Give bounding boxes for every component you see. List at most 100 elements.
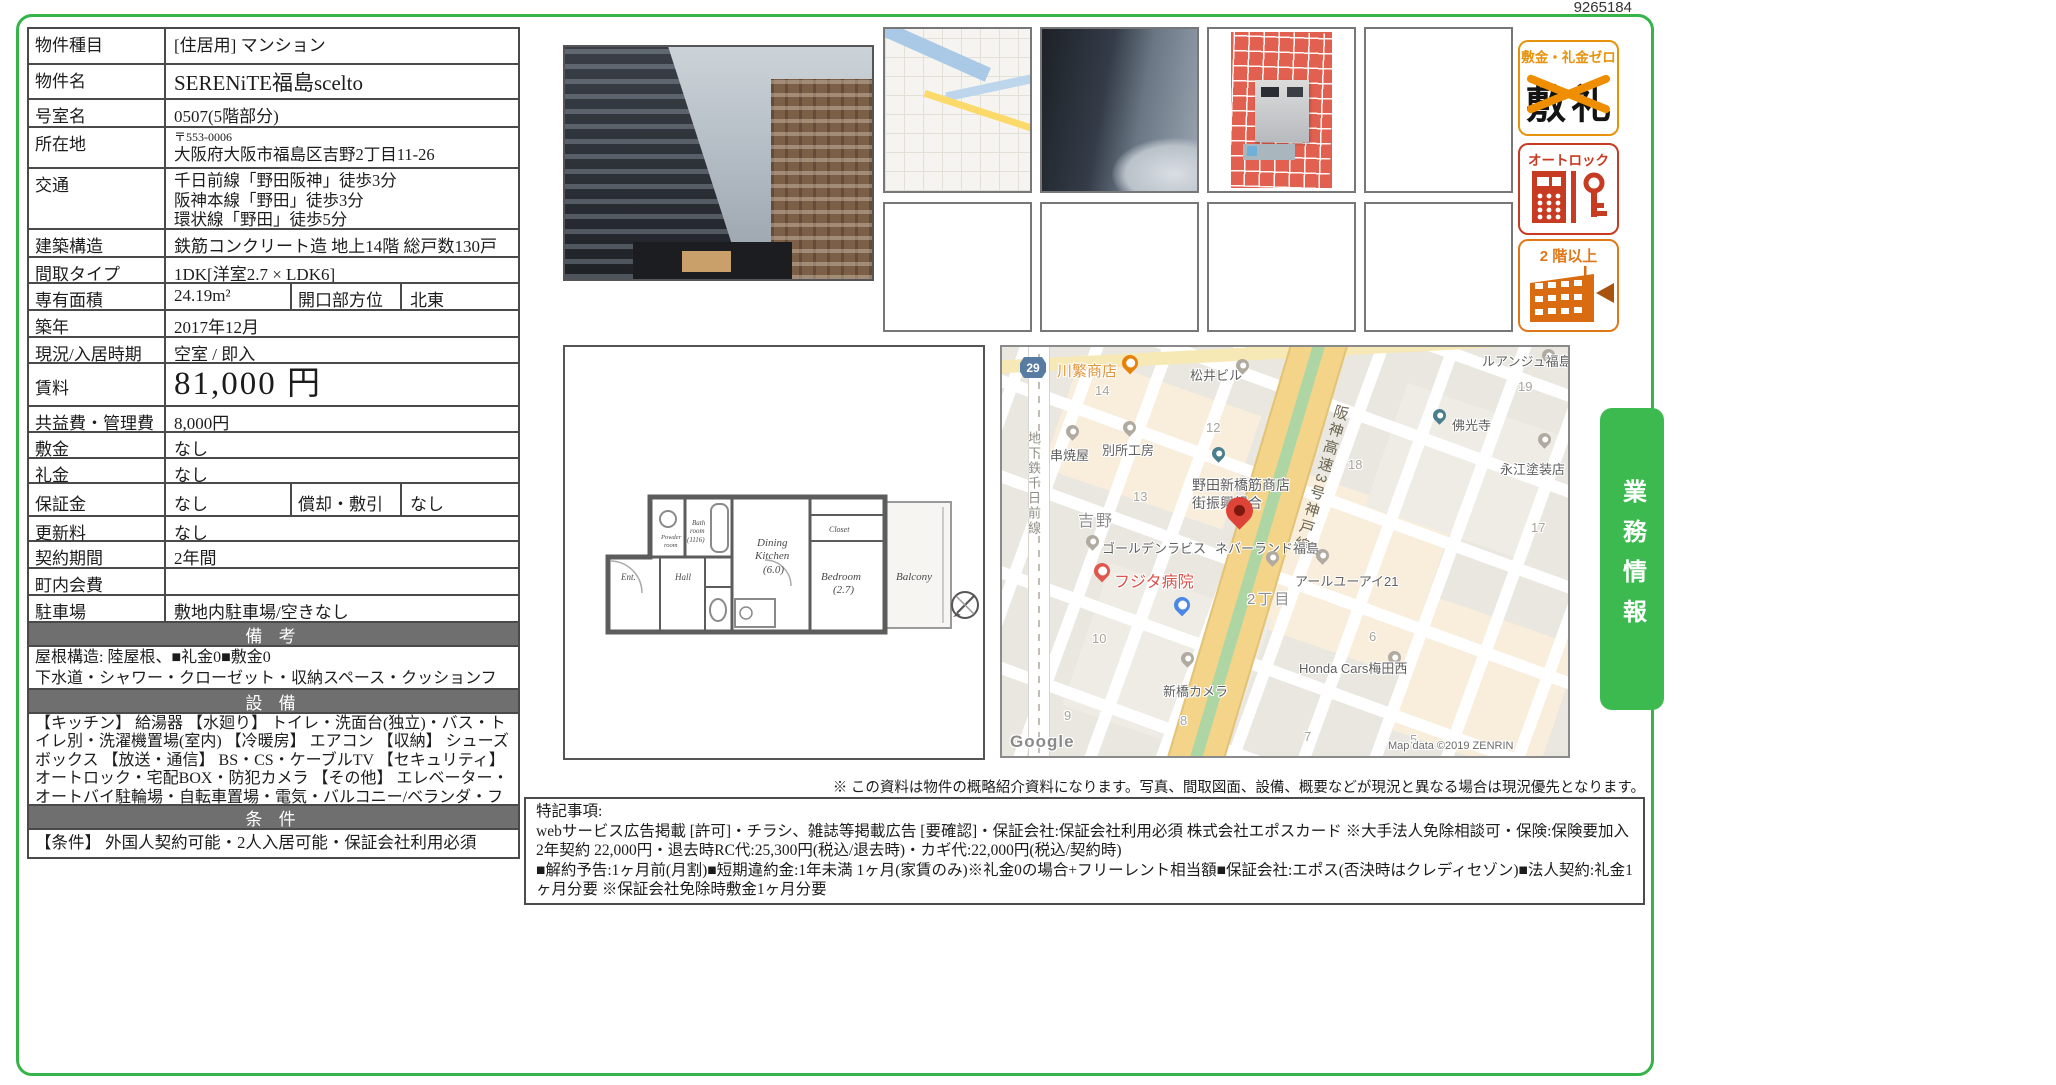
map-label-kawashige: 川繁商店 <box>1057 360 1117 381</box>
postal-code: 〒553-0006 <box>174 130 518 144</box>
row-value: 0507(5階部分) <box>166 100 518 126</box>
section-header-jouken: 条 件 <box>29 806 518 830</box>
map-label-noda-1: 野田新橋筋商店 <box>1192 475 1290 495</box>
special-notes-title: 特記事項: <box>536 802 1633 822</box>
row-value: 敷地内駐車場/空きなし <box>166 596 518 621</box>
intercom-photo <box>1231 32 1332 188</box>
badge-second-floor-or-above: 2 階以上 <box>1518 239 1619 332</box>
table-row: 所在地 〒553-0006 大阪府大阪市福島区吉野2丁目11-26 <box>29 128 518 169</box>
location-map: 阪神高速3号神戸線 地下鉄千日前線 29 川繁商店 松井ビル ルアンジュ福島 1… <box>1000 345 1570 758</box>
thumbnail-entrance-hall <box>1040 27 1199 193</box>
svg-text:Powder: Powder <box>660 534 682 541</box>
block-number: 10 <box>1092 631 1106 646</box>
row-label: 築年 <box>29 311 166 336</box>
svg-text:(6.0): (6.0) <box>763 564 784 576</box>
row-label: 専有面積 <box>29 284 166 309</box>
table-row: 号室名 0507(5階部分) <box>29 100 518 128</box>
badge-no-deposit-no-key-money: 敷金・礼金ゼロ 敷 礼 <box>1518 40 1619 136</box>
table-row: 交通 千日前線「野田阪神」徒歩3分 阪神本線「野田」徒歩3分 環状線「野田」徒歩… <box>29 169 518 230</box>
mini-map-river <box>883 27 991 82</box>
row-label: 現況/入居時期 <box>29 338 166 362</box>
special-notes-line: ■解約予告:1ヶ月前(月割)■短期違約金:1年未満 1ヶ月(家賃のみ)※礼金0の… <box>536 861 1633 900</box>
photo-entrance-light <box>682 251 731 272</box>
map-attribution: Map data ©2019 ZENRIN <box>1388 740 1514 752</box>
table-row: 現況/入居時期 空室 / 即入 <box>29 338 518 364</box>
svg-text:room: room <box>690 527 705 535</box>
main-photo <box>563 45 874 281</box>
row-label-2: 償却・敷引 <box>292 484 402 515</box>
map-label-bessho: 別所工房 <box>1102 440 1154 459</box>
row-label: 礼金 <box>29 459 166 482</box>
intercom-panel <box>1255 80 1309 142</box>
svg-text:(1116): (1116) <box>687 536 705 544</box>
svg-text:Kitchen: Kitchen <box>754 550 790 562</box>
table-row: 敷金 なし <box>29 433 518 459</box>
block-number: 14 <box>1095 383 1109 398</box>
row-label: 建築構造 <box>29 230 166 256</box>
svg-text:Hall: Hall <box>674 572 692 582</box>
row-value <box>166 569 518 594</box>
table-row: 物件種目 [住居用] マンション <box>29 29 518 65</box>
table-row-rent: 賃料 81,000 円 <box>29 364 518 407</box>
map-label-honda: Honda Cars梅田西 <box>1299 658 1407 677</box>
row-label: 間取タイプ <box>29 258 166 282</box>
table-row: 建築構造 鉄筋コンクリート造 地上14階 総戸数130戸 <box>29 230 518 258</box>
map-label-fujita: フジタ病院 <box>1114 568 1194 592</box>
svg-text:Ent.: Ent. <box>620 572 636 582</box>
svg-text:(2.7): (2.7) <box>833 584 854 596</box>
map-label-luange: ルアンジュ福島 <box>1482 351 1570 370</box>
address: 大阪府大阪市福島区吉野2丁目11-26 <box>174 144 518 166</box>
row-value: 〒553-0006 大阪府大阪市福島区吉野2丁目11-26 <box>166 128 518 167</box>
table-row: 駐車場 敷地内駐車場/空きなし <box>29 596 518 623</box>
row-value: なし <box>166 517 518 540</box>
map-label-kushiyaki: 串焼屋 <box>1050 445 1089 464</box>
map-label-nichome: 2丁目 <box>1247 588 1291 609</box>
row-label: 駐車場 <box>29 596 166 621</box>
svg-text:Closet: Closet <box>829 525 850 534</box>
floor-plan-drawing: Dining Kitchen (6.0) Bedroom (2.7) Balco… <box>565 347 983 758</box>
block-number: 13 <box>1133 489 1147 504</box>
block-number: 17 <box>1531 520 1545 535</box>
row-label: 物件種目 <box>29 29 166 63</box>
row-value: 1DK[洋室2.7 × LDK6] <box>166 258 518 282</box>
row-value: 鉄筋コンクリート造 地上14階 総戸数130戸 <box>166 230 518 256</box>
map-label-bukkoji: 佛光寺 <box>1452 415 1491 434</box>
table-row: 間取タイプ 1DK[洋室2.7 × LDK6] <box>29 258 518 284</box>
table-row: 物件名 SERENiTE福島scelto <box>29 65 518 100</box>
row-value: なし <box>166 433 518 457</box>
route-29-badge: 29 <box>1020 357 1046 378</box>
thumbnail-placeholder <box>1207 202 1356 332</box>
map-label-shinbashi: 新橋カメラ <box>1163 681 1228 700</box>
table-row: 共益費・管理費 8,000円 <box>29 407 518 433</box>
row-label: 号室名 <box>29 100 166 126</box>
table-row: 更新料 なし <box>29 517 518 542</box>
section-header-bikou: 備 考 <box>29 623 518 647</box>
table-row: 契約期間 2年間 <box>29 542 518 569</box>
row-label: 共益費・管理費 <box>29 407 166 431</box>
map-label-nagae: 永江塗装店 <box>1500 459 1565 478</box>
thumbnail-area-map <box>883 27 1032 193</box>
row-label: 保証金 <box>29 484 166 515</box>
compass-icon <box>952 592 978 618</box>
row-value: 空室 / 即入 <box>166 338 518 362</box>
row-value-2: 北東 <box>402 284 518 309</box>
section-header-setsubi: 設 備 <box>29 690 518 714</box>
rent-value: 81,000 円 <box>166 364 518 405</box>
section-bikou: 屋根構造: 陸屋根、■礼金0■敷金0 下水道・シャワー・クローゼット・収納スペー… <box>29 647 518 690</box>
block-number: 7 <box>1304 729 1311 744</box>
row-value-2: なし <box>402 484 518 515</box>
table-row: 築年 2017年12月 <box>29 311 518 338</box>
block-number: 12 <box>1206 420 1220 435</box>
disclaimer-text: ※ この資料は物件の概略紹介資料になります。写真、間取図面、設備、概要などが現況… <box>700 776 1645 797</box>
map-label-golden: ゴールデンラビス <box>1102 538 1206 557</box>
property-details-table: 物件種目 [住居用] マンション 物件名 SERENiTE福島scelto 号室… <box>27 27 520 859</box>
block-number: 19 <box>1518 379 1532 394</box>
thumbnail-placeholder <box>1364 202 1513 332</box>
row-value: SERENiTE福島scelto <box>166 65 518 98</box>
google-logo: Google <box>1010 732 1075 752</box>
mini-map-river2 <box>945 70 1032 102</box>
row-value: 2017年12月 <box>166 311 518 336</box>
entrance-hall-photo <box>1042 29 1197 191</box>
subway-road <box>1028 345 1050 758</box>
section-jouken: 【条件】 外国人契約可能・2人入居可能・保証会社利用必須 <box>29 830 518 857</box>
